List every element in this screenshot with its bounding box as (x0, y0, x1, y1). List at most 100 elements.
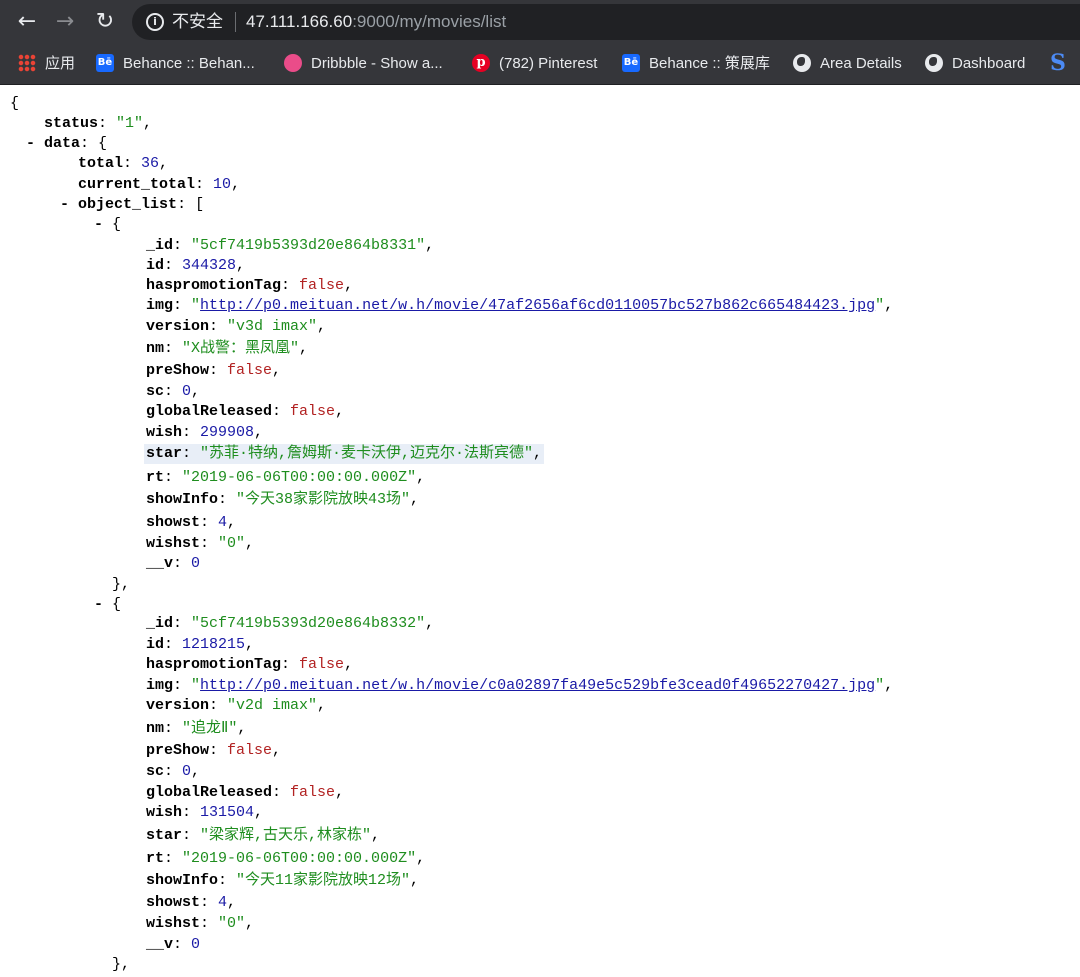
json-value: "梁家辉,古天乐,林家栋" (200, 827, 372, 844)
json-value: 131504 (200, 804, 255, 821)
json-row-data: - data: { (26, 135, 108, 152)
collapse-toggle[interactable]: - (60, 196, 69, 213)
json-row-showst: showst: 4, (146, 894, 237, 911)
json-row-rt: rt: "2019-06-06T00:00:00.000Z", (146, 469, 426, 486)
json-value: "X战警：黑凤凰" (182, 340, 300, 357)
json-row-sc: sc: 0, (146, 383, 201, 400)
json-value: 299908 (200, 424, 255, 441)
json-value: false (227, 362, 273, 379)
json-row-globalreleased: globalReleased: false, (146, 784, 345, 801)
json-value: "苏菲·特纳,詹姆斯·麦卡沃伊,迈克尔·法斯宾德" (200, 445, 534, 462)
json-value: 4 (218, 514, 228, 531)
bookmark-dribbble[interactable]: Dribbble - Show a... (284, 52, 443, 76)
json-row-rt: rt: "2019-06-06T00:00:00.000Z", (146, 850, 426, 867)
json-row-current-total: current_total: 10, (78, 176, 241, 193)
json-value: "追龙Ⅱ" (182, 720, 238, 737)
behance-icon: Bē (622, 54, 640, 73)
back-arrow-icon[interactable]: ← (12, 7, 42, 37)
json-value: false (290, 784, 336, 801)
reload-icon[interactable]: ↻ (90, 7, 120, 37)
apps-grid-icon (18, 54, 36, 73)
json-value: 0 (191, 936, 201, 953)
bookmark-behance[interactable]: Bē Behance :: Behan... (96, 52, 255, 76)
url-host: 47.111.166.60 (246, 12, 353, 31)
bookmark-pinterest[interactable]: p (782) Pinterest (472, 52, 597, 76)
json-row-showinfo: showInfo: "今天11家影院放映12场", (146, 872, 420, 889)
json-row-star: star: "梁家辉,古天乐,林家栋", (146, 827, 381, 844)
globe-icon (925, 54, 943, 73)
json-value: "1" (116, 115, 144, 132)
forward-arrow-icon[interactable]: → (50, 7, 80, 37)
json-value: "5cf7419b5393d20e864b8331" (191, 237, 426, 254)
json-row-id: id: 1218215, (146, 636, 255, 653)
json-value: 344328 (182, 257, 237, 274)
bookmark-label: Area Details (820, 55, 902, 72)
json-row-id: id: 344328, (146, 257, 246, 274)
pinterest-icon: p (472, 54, 490, 73)
img-link[interactable]: http://p0.meituan.net/w.h/movie/47af2656… (200, 297, 875, 314)
json-row-nm: nm: "追龙Ⅱ", (146, 720, 247, 737)
json-row-version: version: "v3d imax", (146, 318, 327, 335)
collapse-toggle[interactable]: - (94, 596, 103, 613)
json-row-wishst: wishst: "0", (146, 535, 255, 552)
bookmark-label: (782) Pinterest (499, 55, 598, 72)
json-viewer: { status: "1", - data: { total: 36, curr… (0, 85, 1080, 977)
json-row-globalreleased: globalReleased: false, (146, 403, 345, 420)
json-value: "5cf7419b5393d20e864b8332" (191, 615, 426, 632)
bookmark-label: 应用 (45, 55, 76, 72)
bookmark-area-details[interactable]: Area Details (793, 52, 902, 76)
json-row-__v: __v: 0 (146, 936, 201, 953)
json-object-close: }, (112, 956, 131, 973)
json-row-img: img: "http://p0.meituan.net/w.h/movie/47… (146, 297, 894, 314)
json-value: false (299, 656, 345, 673)
json-object-close: }, (112, 576, 131, 593)
browser-toolbar: ← → ↻ i 不安全 47.111.166.60:9000/my/movies… (0, 0, 1080, 44)
json-row-object-list: - object_list: [ (60, 196, 205, 213)
json-object-open: - { (94, 216, 122, 233)
bookmark-apps[interactable]: 应用 (18, 52, 75, 76)
json-row-showst: showst: 4, (146, 514, 237, 531)
json-row-star: star: "苏菲·特纳,詹姆斯·麦卡沃伊,迈克尔·法斯宾德", (144, 444, 545, 464)
collapse-toggle[interactable]: - (26, 135, 35, 152)
globe-icon (793, 54, 811, 73)
json-row-img: img: "http://p0.meituan.net/w.h/movie/c0… (146, 677, 894, 694)
json-value: false (299, 277, 345, 294)
json-row-sc: sc: 0, (146, 763, 201, 780)
json-value: "v2d imax" (227, 697, 318, 714)
address-divider (235, 12, 236, 32)
json-value: "2019-06-06T00:00:00.000Z" (182, 469, 417, 486)
json-value: 10 (213, 176, 232, 193)
json-row-haspromotiontag: haspromotionTag: false, (146, 277, 354, 294)
bookmark-behance-curated[interactable]: Bē Behance :: 策展库 (622, 52, 770, 76)
json-value: false (227, 742, 273, 759)
address-bar[interactable]: i 不安全 47.111.166.60:9000/my/movies/list (132, 4, 1080, 40)
img-link[interactable]: http://p0.meituan.net/w.h/movie/c0a02897… (200, 677, 875, 694)
insecure-label[interactable]: 不安全 (172, 11, 223, 33)
json-value: "v3d imax" (227, 318, 318, 335)
json-value: 4 (218, 894, 228, 911)
bookmarks-bar: 应用 Bē Behance :: Behan... Dribbble - Show… (0, 44, 1080, 85)
json-row-wish: wish: 299908, (146, 424, 264, 441)
dribbble-icon (284, 54, 302, 73)
json-value: 0 (191, 555, 201, 572)
url-text[interactable]: 47.111.166.60:9000/my/movies/list (246, 11, 506, 33)
json-row-status: status: "1", (44, 115, 153, 132)
bookmark-dashboard[interactable]: Dashboard (925, 52, 1025, 76)
json-object-open: - { (94, 596, 122, 613)
json-row-_id: _id: "5cf7419b5393d20e864b8331", (146, 237, 435, 254)
json-value: 0 (182, 763, 192, 780)
json-value: 1218215 (182, 636, 246, 653)
json-row-showinfo: showInfo: "今天38家影院放映43场", (146, 491, 420, 508)
bookmark-label: Dribbble - Show a... (311, 55, 443, 72)
json-row-total: total: 36, (78, 155, 169, 172)
json-row-preshow: preShow: false, (146, 362, 282, 379)
json-row-haspromotiontag: haspromotionTag: false, (146, 656, 354, 673)
bookmark-label: Behance :: 策展库 (649, 55, 770, 72)
bookmark-s[interactable]: S (1050, 52, 1073, 76)
json-row-_id: _id: "5cf7419b5393d20e864b8332", (146, 615, 435, 632)
collapse-toggle[interactable]: - (94, 216, 103, 233)
info-icon[interactable]: i (146, 13, 164, 31)
json-row-nm: nm: "X战警：黑凤凰", (146, 340, 309, 357)
json-value: 0 (182, 383, 192, 400)
json-value: "今天11家影院放映12场" (236, 872, 411, 889)
